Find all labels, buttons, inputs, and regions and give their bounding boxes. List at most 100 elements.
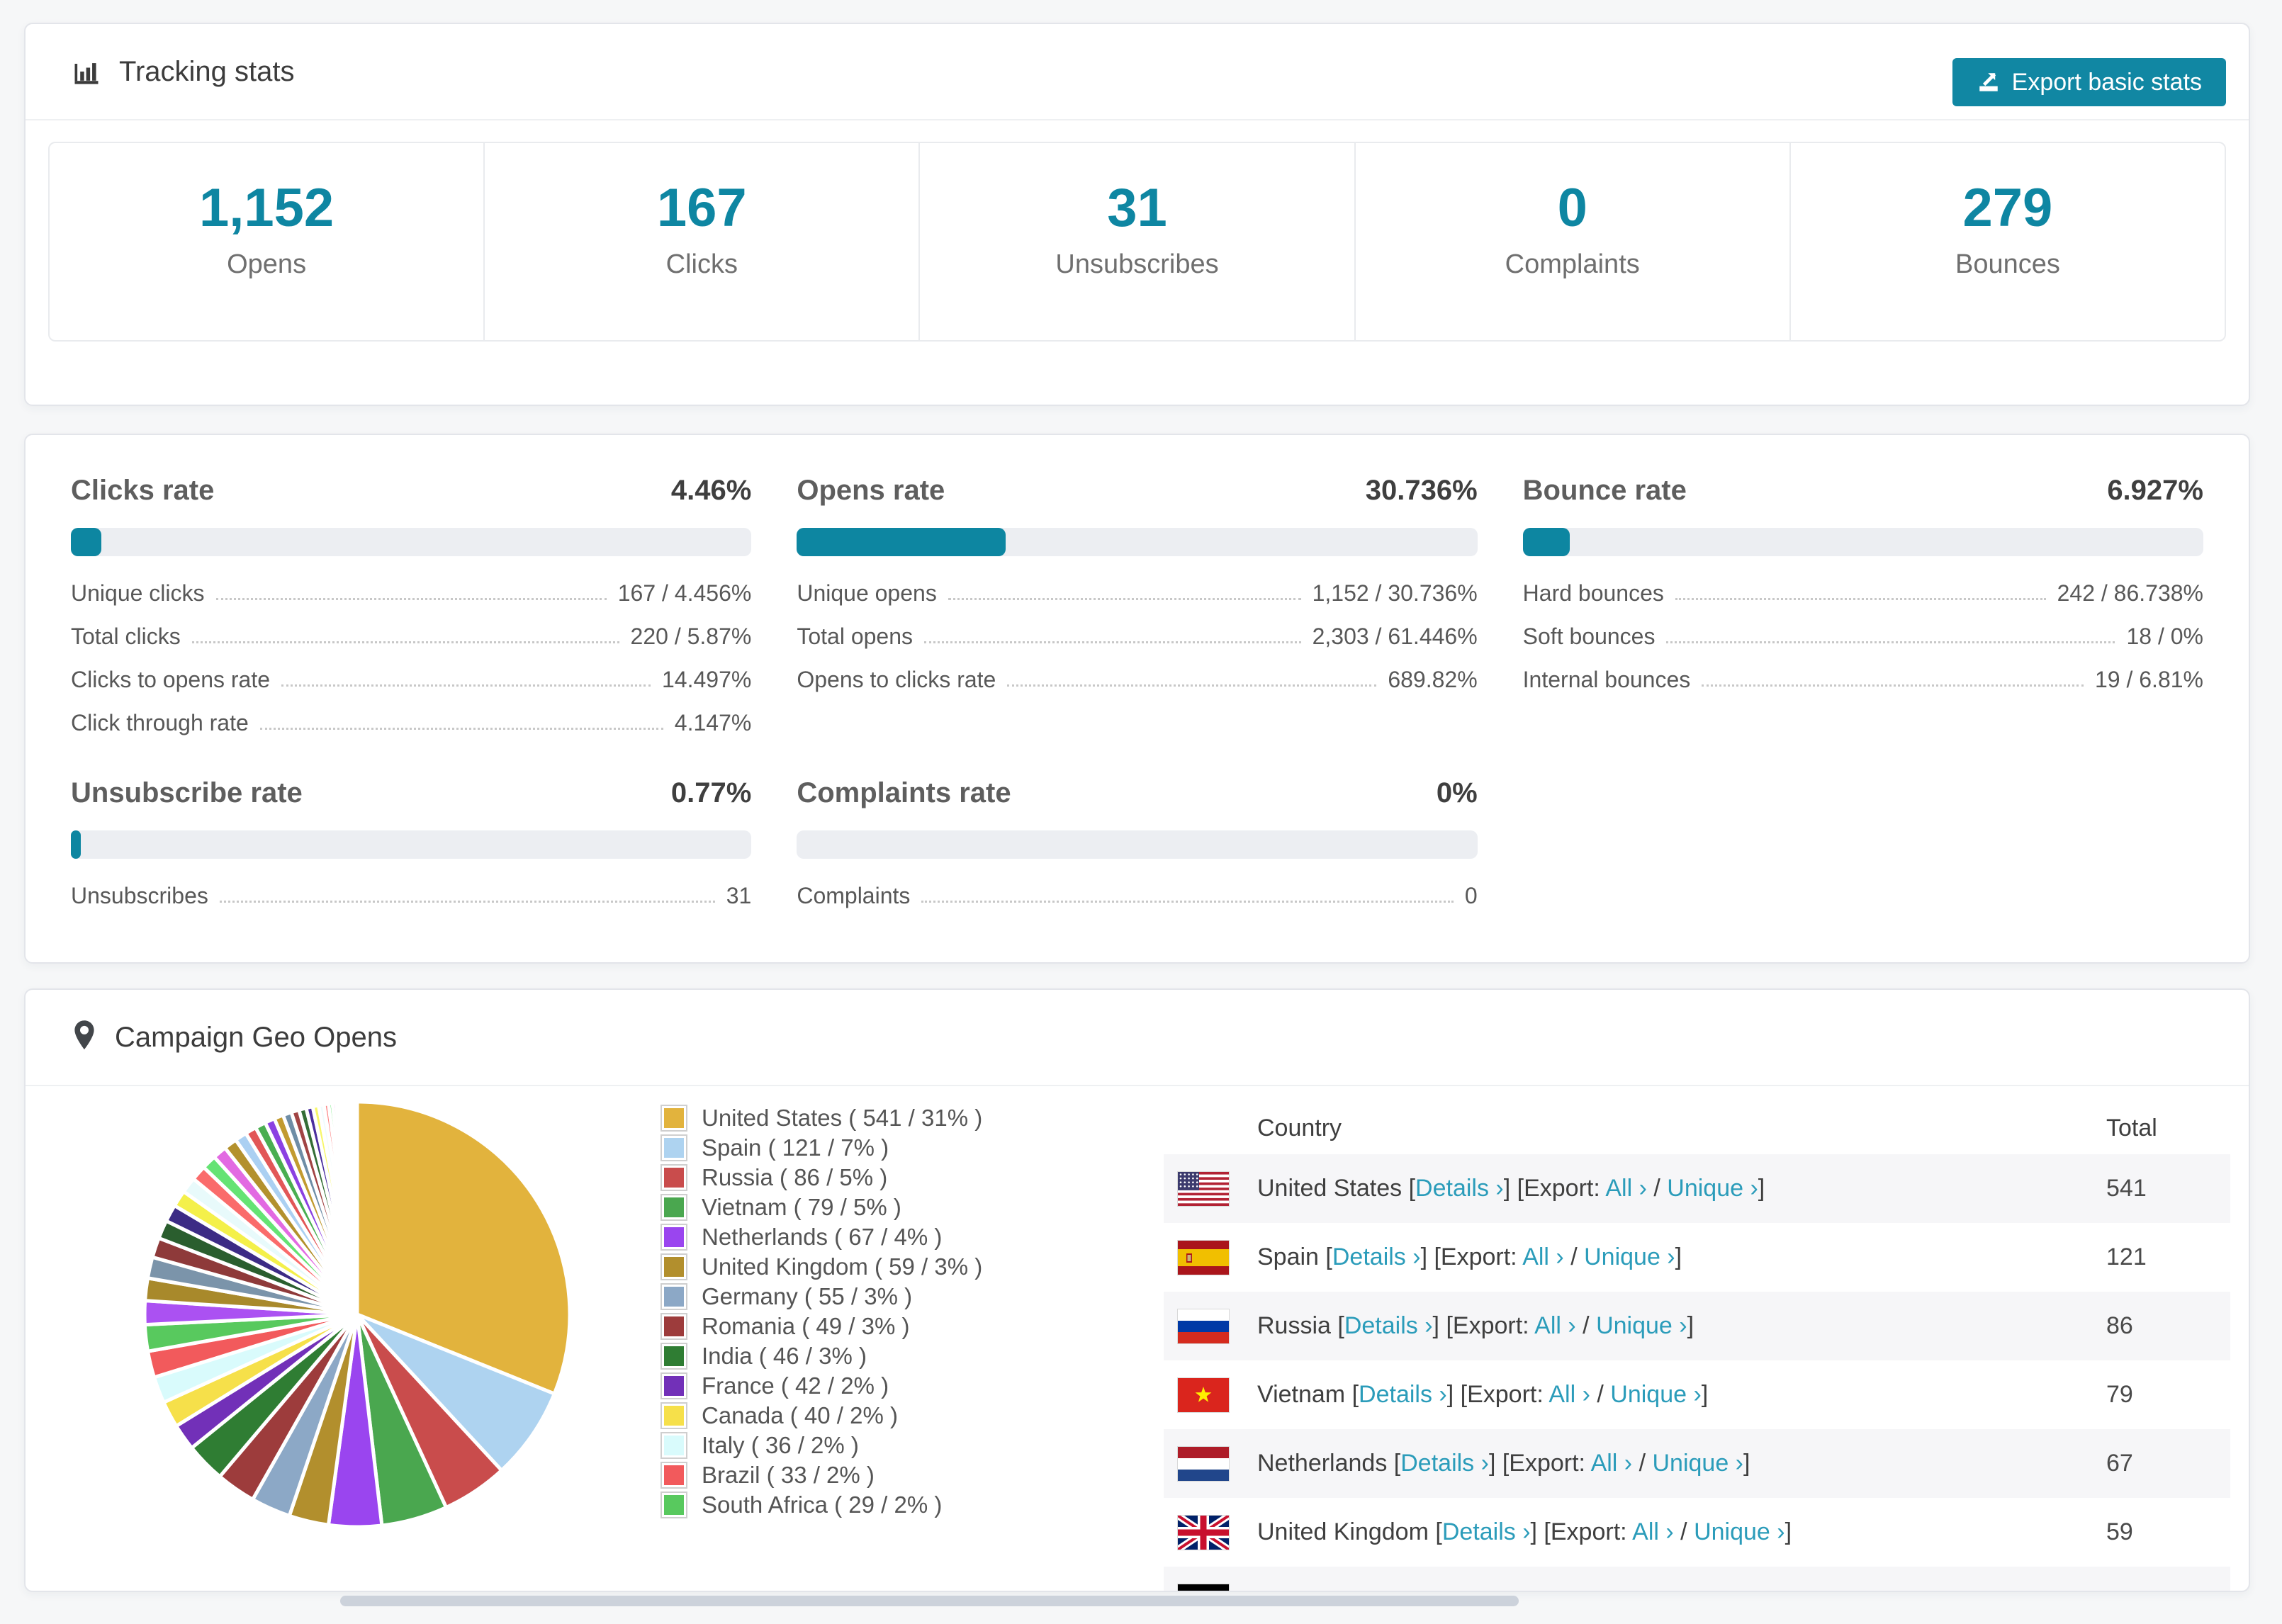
- rate-block: Bounce rate 6.927% Hard bounces 242 / 86.73…: [1522, 475, 2203, 736]
- legend-item: United States ( 541 / 31% ): [661, 1103, 982, 1133]
- es-flag-icon: [1178, 1240, 1229, 1275]
- rate-stat-label: Complaints: [797, 883, 911, 908]
- rate-title: Bounce rate: [1522, 475, 1687, 506]
- stat-value: 279: [1962, 178, 2053, 238]
- rate-stat-value: 14.497%: [662, 667, 752, 692]
- country-cell-text: United Kingdom [Details ›] [Export: All …: [1257, 1518, 1792, 1545]
- rate-progress-fill: [797, 528, 1006, 556]
- legend-swatch: [661, 1462, 687, 1489]
- rate-block: Clicks rate 4.46% Unique clicks 167 / 4.456…: [71, 475, 752, 736]
- export-icon: [1977, 70, 2001, 94]
- details-link[interactable]: Details ›: [1400, 1450, 1489, 1477]
- legend-item: Netherlands ( 67 / 4% ): [661, 1222, 982, 1252]
- country-cell-text: United States [Details ›] [Export: All ›…: [1257, 1175, 1765, 1202]
- rates-card: Clicks rate 4.46% Unique clicks 167 / 4.456…: [24, 434, 2250, 964]
- country-cell-text: Russia [Details ›] [Export: All › / Uniq…: [1257, 1312, 1694, 1339]
- export-unique-link[interactable]: Unique ›: [1694, 1518, 1785, 1545]
- rates-grid: Clicks rate 4.46% Unique clicks 167 / 4.456…: [26, 435, 2249, 909]
- nl-flag-icon: [1178, 1446, 1229, 1481]
- rate-stat-label: Hard bounces: [1522, 580, 1664, 606]
- rate-stat-label: Unique clicks: [71, 580, 205, 606]
- rate-stat-value: 19 / 6.81%: [2094, 667, 2203, 692]
- dotted-leader: [921, 901, 1454, 903]
- export-basic-stats-button[interactable]: Export basic stats: [1952, 58, 2226, 106]
- map-pin-icon: [71, 1019, 98, 1056]
- rate-stat-label: Total opens: [797, 624, 913, 649]
- details-link[interactable]: Details ›: [1359, 1381, 1447, 1408]
- rate-value: 0.77%: [670, 777, 752, 808]
- table-row: Vietnam [Details ›] [Export: All › / Uni…: [1164, 1360, 2230, 1429]
- dotted-leader: [948, 598, 1301, 600]
- rate-stat-row: Opens to clicks rate 689.82%: [797, 667, 1477, 693]
- export-unique-link[interactable]: Unique ›: [1652, 1450, 1743, 1477]
- export-all-link[interactable]: All ›: [1534, 1312, 1576, 1339]
- export-all-link[interactable]: All ›: [1632, 1518, 1674, 1545]
- legend-swatch: [661, 1313, 687, 1340]
- country-name: United Kingdom: [1257, 1518, 1429, 1545]
- rate-progress-fill: [71, 528, 101, 556]
- legend-swatch: [661, 1194, 687, 1221]
- stat-label: Opens: [227, 249, 307, 279]
- dotted-leader: [219, 901, 715, 903]
- rate-stat-label: Soft bounces: [1522, 624, 1656, 649]
- dotted-leader: [215, 598, 607, 600]
- ru-flag-icon: [1178, 1309, 1229, 1343]
- legend-label: Italy ( 36 / 2% ): [702, 1432, 859, 1458]
- rate-stat-row: Unique clicks 167 / 4.456%: [71, 580, 751, 607]
- rate-stat-row: Unique opens 1,152 / 30.736%: [797, 580, 1477, 607]
- rate-stat-value: 2,303 / 61.446%: [1312, 624, 1478, 649]
- details-link[interactable]: Details ›: [1442, 1518, 1531, 1545]
- dotted-leader: [1666, 641, 2115, 643]
- rate-stat-row: Hard bounces 242 / 86.738%: [1523, 580, 2203, 607]
- export-unique-link[interactable]: Unique ›: [1584, 1244, 1675, 1270]
- stat-box-opens: 1,152 Opens: [50, 143, 485, 340]
- rate-value: 0%: [1436, 777, 1478, 808]
- export-all-link[interactable]: All ›: [1522, 1244, 1564, 1270]
- horizontal-scrollbar[interactable]: [340, 1596, 1519, 1606]
- row-total: 541: [2106, 1175, 2147, 1202]
- rate-value: 4.46%: [670, 475, 752, 506]
- stats-summary-panel: 1,152 Opens 167 Clicks 31 Unsubscribes 0 Compla…: [48, 142, 2226, 342]
- export-all-link[interactable]: All ›: [1591, 1450, 1633, 1477]
- legend-label: Romania ( 49 / 3% ): [702, 1313, 910, 1339]
- legend-swatch: [661, 1372, 687, 1399]
- details-link[interactable]: Details ›: [1344, 1312, 1433, 1339]
- export-button-label: Export basic stats: [2011, 68, 2202, 96]
- legend-item: Spain ( 121 / 7% ): [661, 1133, 982, 1163]
- details-link[interactable]: Details ›: [1332, 1244, 1421, 1270]
- table-row: Netherlands [Details ›] [Export: All › /…: [1164, 1429, 2230, 1498]
- legend-item: Italy ( 36 / 2% ): [661, 1431, 982, 1460]
- legend-item: Romania ( 49 / 3% ): [661, 1312, 982, 1341]
- dotted-leader: [259, 728, 663, 730]
- rate-stat-row: Total clicks 220 / 5.87%: [71, 624, 751, 650]
- row-total: 67: [2106, 1450, 2133, 1477]
- rate-stat-value: 1,152 / 30.736%: [1312, 580, 1478, 606]
- details-link[interactable]: Details ›: [1415, 1175, 1504, 1202]
- legend-item: Canada ( 40 / 2% ): [661, 1401, 982, 1431]
- bar-chart-icon: [71, 56, 102, 87]
- legend-swatch: [661, 1164, 687, 1191]
- rate-stat-value: 220 / 5.87%: [630, 624, 752, 649]
- rate-title: Clicks rate: [71, 475, 215, 506]
- dotted-leader: [1007, 684, 1377, 687]
- legend-swatch: [661, 1253, 687, 1280]
- stat-box-bounces: 279 Bounces: [1791, 143, 2225, 340]
- rate-stat-label: Unsubscribes: [71, 883, 208, 908]
- export-unique-link[interactable]: Unique ›: [1667, 1175, 1758, 1202]
- dotted-leader: [1675, 598, 2046, 600]
- legend-label: Canada ( 40 / 2% ): [702, 1402, 898, 1428]
- legend-item: United Kingdom ( 59 / 3% ): [661, 1252, 982, 1282]
- rate-stat-label: Clicks to opens rate: [71, 667, 271, 692]
- export-unique-link[interactable]: Unique ›: [1610, 1381, 1702, 1408]
- row-total: 121: [2106, 1244, 2147, 1270]
- rate-stat-row: Click through rate 4.147%: [71, 710, 751, 736]
- stat-label: Clicks: [665, 249, 738, 279]
- country-column-header: Country: [1257, 1114, 1342, 1141]
- rate-progress-bar: [1522, 528, 2203, 556]
- stat-value: 1,152: [199, 178, 335, 238]
- rate-stat-value: 167 / 4.456%: [617, 580, 752, 606]
- export-all-link[interactable]: All ›: [1605, 1175, 1647, 1202]
- export-unique-link[interactable]: Unique ›: [1596, 1312, 1687, 1339]
- export-all-link[interactable]: All ›: [1548, 1381, 1590, 1408]
- stat-box-complaints: 0 Complaints: [1356, 143, 1791, 340]
